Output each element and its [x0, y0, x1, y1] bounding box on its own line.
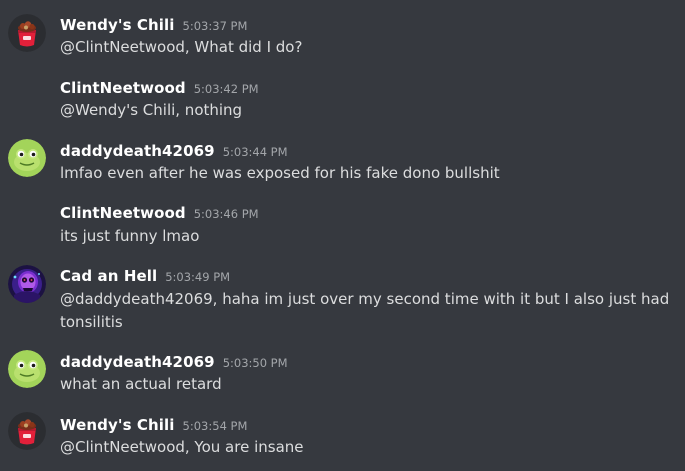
chat-message-list: Wendy's Chili 5:03:37 PM @ClintNeetwood, … — [0, 0, 685, 471]
message-author[interactable]: Wendy's Chili — [60, 16, 175, 34]
message-author[interactable]: Cad an Hell — [60, 267, 157, 285]
message-timestamp: 5:03:46 PM — [193, 207, 259, 221]
message-author[interactable]: daddydeath42069 — [60, 142, 215, 160]
message-timestamp: 5:03:54 PM — [182, 419, 248, 433]
message-timestamp: 5:03:49 PM — [165, 270, 231, 284]
green-frog-icon[interactable] — [8, 350, 46, 388]
message-timestamp: 5:03:44 PM — [222, 145, 288, 159]
message-text: @ClintNeetwood, What did I do? — [60, 38, 303, 56]
message-author[interactable]: ClintNeetwood — [60, 79, 186, 97]
chili-cup-icon[interactable] — [8, 412, 46, 450]
purple-skull-icon[interactable] — [8, 265, 46, 303]
message-text: @ClintNeetwood, You are insane — [60, 438, 304, 456]
message-author[interactable]: ClintNeetwood — [60, 204, 186, 222]
message-text: @Wendy's Chili, nothing — [60, 101, 243, 119]
green-frog-icon[interactable] — [8, 139, 46, 177]
message-text: its just funny lmao — [60, 227, 200, 245]
message-timestamp: 5:03:37 PM — [182, 19, 248, 33]
message-text: @daddydeath42069, haha im just over my s… — [60, 290, 670, 331]
message-text: lmfao even after he was exposed for his … — [60, 164, 500, 182]
message-timestamp: 5:03:42 PM — [193, 82, 259, 96]
message-text: what an actual retard — [60, 375, 222, 393]
message-author[interactable]: Wendy's Chili — [60, 416, 175, 434]
message-timestamp: 5:03:50 PM — [222, 356, 288, 370]
chili-cup-icon[interactable] — [8, 14, 46, 52]
message-author[interactable]: daddydeath42069 — [60, 353, 215, 371]
